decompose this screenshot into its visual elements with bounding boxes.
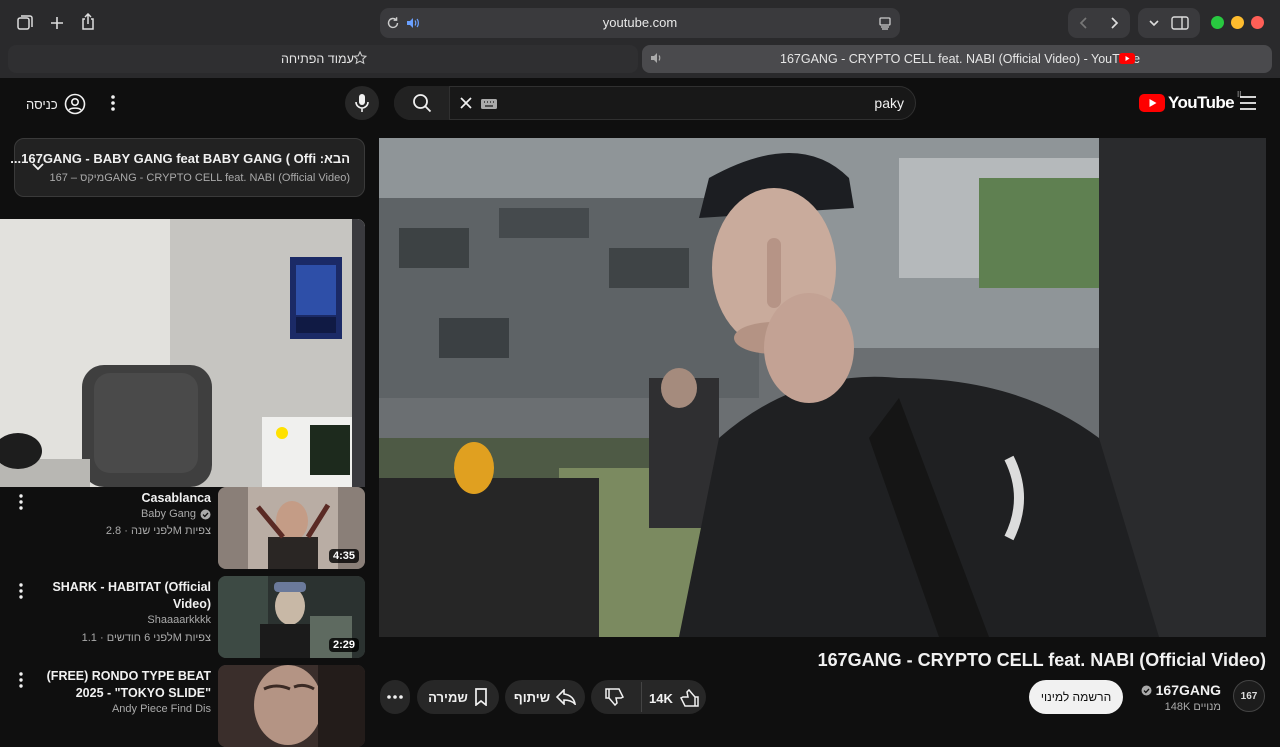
search-icon xyxy=(412,94,431,113)
address-bar[interactable]: youtube.com xyxy=(380,8,900,38)
list-item[interactable]: SHARK - HABITAT (Official Video) Shaaaar… xyxy=(0,576,365,658)
video-title[interactable]: Casablanca xyxy=(41,490,211,507)
video-frame-image xyxy=(379,138,1266,637)
video-title: 167GANG - CRYPTO CELL feat. NABI (Offici… xyxy=(817,650,1266,670)
star-icon xyxy=(353,51,367,65)
share-icon[interactable] xyxy=(75,9,101,35)
more-actions-icon[interactable] xyxy=(16,493,26,511)
chevron-down-icon[interactable] xyxy=(1147,16,1161,30)
channel-name: 167GANG xyxy=(1155,682,1221,698)
dislike-icon[interactable] xyxy=(605,688,625,706)
verified-icon xyxy=(200,509,211,519)
youtube-header: כניסה paky YouTube IL xyxy=(0,78,1280,130)
channel-avatar[interactable]: 167 xyxy=(1233,680,1265,712)
keyboard-icon[interactable] xyxy=(481,99,497,109)
share-arrow-icon xyxy=(556,689,577,705)
subscribe-button[interactable]: הרשמה למינוי xyxy=(1029,680,1123,714)
list-item[interactable]: (FREE) RONDO TYPE BEAT 2025 - "TOKYO SLI… xyxy=(0,665,365,747)
webcam-overlay xyxy=(0,219,365,487)
mix-playlist-card[interactable]: הבא: 167GANG - BABY GANG feat BABY GANG … xyxy=(10,138,365,197)
video-title[interactable]: SHARK - HABITAT (Official Video) xyxy=(41,579,211,613)
youtube-favicon-icon xyxy=(1119,53,1135,64)
channel-name-row[interactable]: 167GANG xyxy=(1141,682,1221,698)
video-thumbnail[interactable] xyxy=(218,665,365,747)
voice-search-button[interactable] xyxy=(345,86,379,120)
back-icon[interactable] xyxy=(1077,16,1091,30)
more-actions-icon[interactable] xyxy=(16,671,26,689)
webcam-scene-image xyxy=(0,219,365,487)
sign-in-button[interactable]: כניסה xyxy=(26,93,86,115)
youtube-logo[interactable]: YouTube IL xyxy=(1139,90,1244,113)
tab-label: עמוד הפתיחה xyxy=(281,52,354,66)
close-window-button[interactable] xyxy=(1251,16,1264,29)
new-tab-icon[interactable] xyxy=(44,10,70,36)
video-title[interactable]: (FREE) RONDO TYPE BEAT 2025 - "TOKYO SLI… xyxy=(41,668,211,702)
search-input[interactable] xyxy=(394,86,916,120)
video-age: לפני שנה xyxy=(130,525,173,537)
like-dislike-group: 14K xyxy=(591,680,706,714)
video-thumbnail[interactable]: 4:35 xyxy=(218,487,365,569)
share-label: שיתוף xyxy=(513,689,551,705)
like-button[interactable]: 14K xyxy=(649,689,699,707)
share-button[interactable]: שיתוף xyxy=(505,680,585,714)
thumbnail-image xyxy=(218,665,365,747)
zoom-window-button[interactable] xyxy=(1211,16,1224,29)
tab-overview-icon[interactable] xyxy=(12,10,38,36)
search-query-text: paky xyxy=(874,95,904,111)
video-meta: לפני 6 חודשים · 1.1M צפיות xyxy=(81,632,211,644)
save-label: שמירה xyxy=(428,689,468,705)
save-button[interactable]: שמירה xyxy=(417,680,499,714)
subscriber-count: 148K מנויים xyxy=(1164,701,1221,713)
reader-mode-icon[interactable] xyxy=(878,16,892,30)
avatar-text: 167 xyxy=(1240,690,1258,702)
mix-subtitle: מיקס – 167GANG - CRYPTO CELL feat. NABI … xyxy=(49,172,350,184)
account-icon xyxy=(64,93,85,115)
more-actions-button[interactable] xyxy=(380,680,410,714)
channel-name[interactable]: Shaaaarkkkk xyxy=(147,614,211,626)
audio-playing-icon[interactable] xyxy=(650,52,664,64)
history-nav xyxy=(1068,8,1130,38)
verified-icon xyxy=(1141,685,1152,695)
tab-label: 167GANG - CRYPTO CELL feat. NABI (Offici… xyxy=(780,52,1141,66)
tab-start-page[interactable]: עמוד הפתיחה xyxy=(8,45,638,73)
channel-row[interactable]: Baby Gang xyxy=(141,508,211,520)
duration-badge: 2:29 xyxy=(328,638,359,652)
list-item[interactable]: Casablanca Baby Gang לפני שנה · 2.8M צפי… xyxy=(0,487,365,569)
bookmark-icon xyxy=(475,688,487,706)
tab-youtube[interactable]: 167GANG - CRYPTO CELL feat. NABI (Offici… xyxy=(642,45,1272,73)
tab-bar: עמוד הפתיחה 167GANG - CRYPTO CELL feat. … xyxy=(8,45,1272,73)
like-divider xyxy=(641,682,642,712)
url-text: youtube.com xyxy=(602,15,678,30)
like-count: 14K xyxy=(649,690,673,706)
like-icon xyxy=(679,689,699,707)
channel-name: Baby Gang xyxy=(140,508,196,520)
microphone-icon xyxy=(355,94,369,112)
settings-kebab-icon[interactable] xyxy=(109,94,117,112)
sign-in-label: כניסה xyxy=(26,96,58,112)
video-age: לפני 6 חודשים xyxy=(106,632,173,644)
video-meta: לפני שנה · 2.8M צפיות xyxy=(105,525,211,537)
video-thumbnail[interactable]: 2:29 xyxy=(218,576,365,658)
browser-chrome: youtube.com עמוד הפתיחה 167GANG - CRYPTO… xyxy=(0,0,1280,78)
clear-search-icon[interactable] xyxy=(459,96,473,110)
search-button[interactable] xyxy=(394,86,450,120)
video-player[interactable] xyxy=(379,138,1266,637)
youtube-logo-icon xyxy=(1139,94,1165,112)
more-horizontal-icon xyxy=(387,695,403,699)
more-actions-icon[interactable] xyxy=(16,582,26,600)
duration-badge: 4:35 xyxy=(328,549,359,563)
logo-text: YouTube xyxy=(1168,93,1235,112)
menu-hamburger-icon[interactable] xyxy=(1240,96,1256,110)
next-video-title: הבא: 167GANG - BABY GANG feat BABY GANG … xyxy=(10,151,350,166)
minimize-window-button[interactable] xyxy=(1231,16,1244,29)
sidebar-toggle-icon[interactable] xyxy=(1171,15,1189,31)
channel-name[interactable]: Andy Piece Find Dis xyxy=(112,703,211,715)
window-tools xyxy=(1138,8,1200,38)
forward-icon[interactable] xyxy=(1107,16,1121,30)
